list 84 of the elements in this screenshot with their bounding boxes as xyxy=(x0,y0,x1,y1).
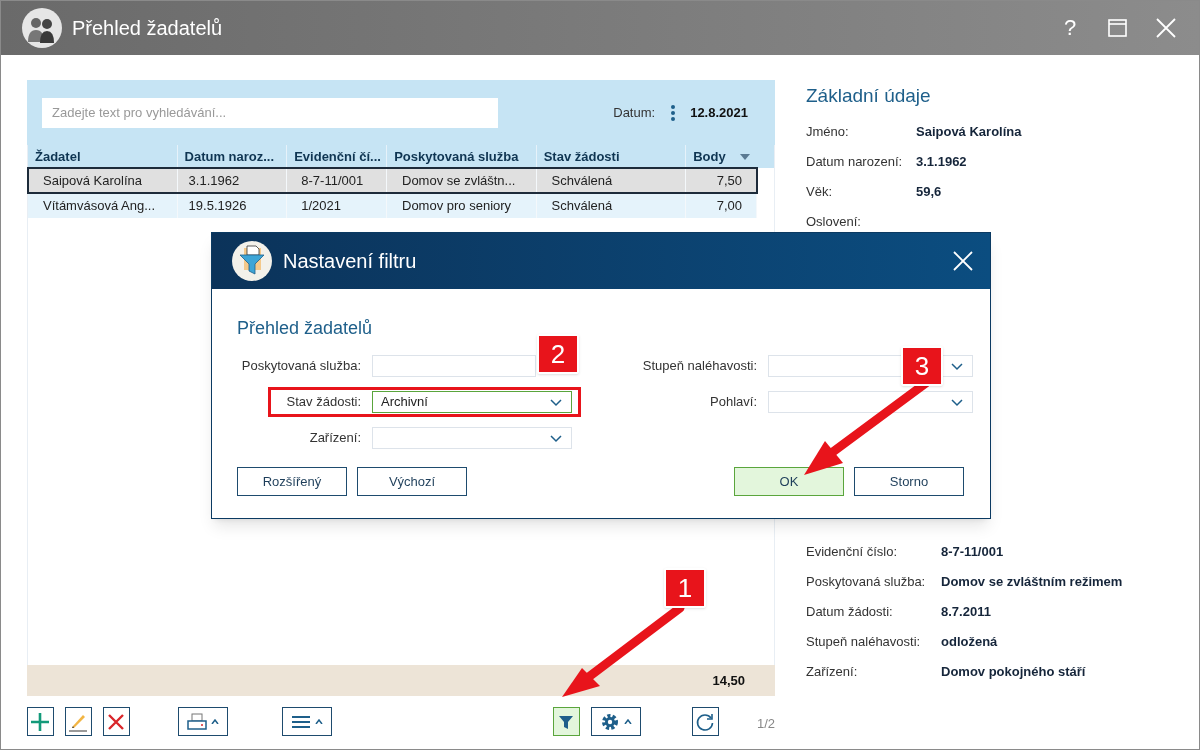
refresh-icon xyxy=(695,711,716,732)
maximize-icon[interactable] xyxy=(1106,16,1130,40)
filter-button[interactable] xyxy=(552,707,580,736)
total-value: 14,50 xyxy=(712,671,745,690)
delete-button[interactable] xyxy=(102,707,130,736)
delete-icon xyxy=(106,711,127,732)
settings-button[interactable] xyxy=(590,707,641,736)
chevron-down-icon xyxy=(950,361,964,371)
field-value: 8-7-11/001 xyxy=(941,543,1004,562)
step-badge: 2 xyxy=(537,334,579,374)
help-button[interactable]: ? xyxy=(1058,17,1082,39)
dialog-title: Nastavení filtru xyxy=(283,249,417,274)
table-cell: Schválená xyxy=(536,193,687,218)
chevron-down-icon xyxy=(549,433,563,443)
edit-button[interactable] xyxy=(65,707,92,736)
date-label: Datum: xyxy=(613,103,656,122)
field-label: Oslovení: xyxy=(806,213,862,232)
field-label: Poskytovaná služba: xyxy=(240,357,362,376)
field-label: Stav žádosti: xyxy=(285,393,362,412)
step-badge: 1 xyxy=(664,568,706,608)
table-cell: 1/2021 xyxy=(287,193,387,218)
chevron-down-icon xyxy=(950,397,964,407)
input-field[interactable] xyxy=(372,355,536,377)
field-label: Evidenční číslo: xyxy=(806,543,899,562)
dialog-button[interactable]: Rozšířený xyxy=(237,467,347,496)
close-icon[interactable] xyxy=(952,250,974,272)
dropdown-field[interactable] xyxy=(768,391,973,413)
gear-icon xyxy=(599,711,620,732)
field-label: Stupeň naléhavosti: xyxy=(641,357,758,376)
field-value: Domov se zvláštním režimem xyxy=(941,573,1123,592)
field-label: Stupeň naléhavosti: xyxy=(806,633,922,652)
field-label: Poskytovaná služba: xyxy=(806,573,927,592)
date-value: 12.8.2021 xyxy=(690,103,748,122)
funnel-icon xyxy=(232,241,272,281)
search-field[interactable]: Zadejte text pro vyhledávání... xyxy=(42,97,498,128)
field-value: Saipová Karolína xyxy=(916,123,1022,142)
caret-icon xyxy=(314,719,323,724)
field-label: Jméno: xyxy=(806,123,850,142)
dialog-button[interactable]: Storno xyxy=(854,467,964,496)
column-header[interactable]: Body xyxy=(686,145,757,168)
table-row[interactable]: Vítámvásová Ang... 19.5.1926 1/2021 Domov pro seniory Schválená 7,00 xyxy=(28,193,757,218)
table-cell: Vítámvásová Ang... xyxy=(28,193,178,218)
field-label: Datum narození: xyxy=(806,153,904,172)
field-value: Domov pokojného stáří xyxy=(941,663,1086,682)
section-title: Základní údaje xyxy=(806,84,932,108)
table-cell: Schválená xyxy=(536,168,687,193)
menu-button[interactable] xyxy=(281,707,332,736)
refresh-button[interactable] xyxy=(691,707,719,736)
caret-icon xyxy=(623,719,632,724)
print-button[interactable] xyxy=(177,707,228,736)
table-row[interactable]: Saipová Karolína 3.1.1962 8-7-11/001 Domov se zvláštn... Schválená 7,50 xyxy=(28,168,757,193)
chevron-down-icon xyxy=(549,397,563,407)
step-badge: 3 xyxy=(901,346,943,386)
dropdown-field[interactable]: Archivní xyxy=(372,391,572,413)
table-cell: 7,00 xyxy=(686,193,757,218)
plus-icon xyxy=(30,711,51,732)
table-cell: 7,50 xyxy=(686,168,757,193)
people-icon xyxy=(22,8,62,48)
dropdown-field[interactable] xyxy=(372,427,572,449)
page-indicator: 1/2 xyxy=(756,715,775,733)
table-cell: 8-7-11/001 xyxy=(287,168,387,193)
table-cell: 3.1.1962 xyxy=(177,168,288,193)
field-label: Pohlaví: xyxy=(709,393,758,412)
printer-icon xyxy=(186,711,207,732)
field-value: 3.1.1962 xyxy=(916,153,967,172)
table-cell: Saipová Karolína xyxy=(28,168,178,193)
dialog-button[interactable]: Výchozí xyxy=(357,467,467,496)
kebab-icon[interactable] xyxy=(670,103,677,122)
filter-icon xyxy=(558,713,575,730)
field-label: Zařízení: xyxy=(806,663,859,682)
dialog-heading: Přehled žadatelů xyxy=(237,317,374,340)
table-cell: 19.5.1926 xyxy=(177,193,288,218)
field-label: Věk: xyxy=(806,183,833,202)
field-label: Zařízení: xyxy=(308,429,362,448)
window-title: Přehled žadatelů xyxy=(72,16,223,41)
field-value: 59,6 xyxy=(916,183,942,202)
dialog-button[interactable]: OK xyxy=(734,467,844,496)
table-cell: Domov se zvláštn... xyxy=(387,168,537,193)
table-cell: Domov pro seniory xyxy=(387,193,537,218)
field-value: 8.7.2011 xyxy=(941,603,991,622)
caret-icon xyxy=(210,719,219,724)
add-button[interactable] xyxy=(27,707,54,736)
field-value: odložená xyxy=(941,633,998,652)
field-label: Datum žádosti: xyxy=(806,603,894,622)
